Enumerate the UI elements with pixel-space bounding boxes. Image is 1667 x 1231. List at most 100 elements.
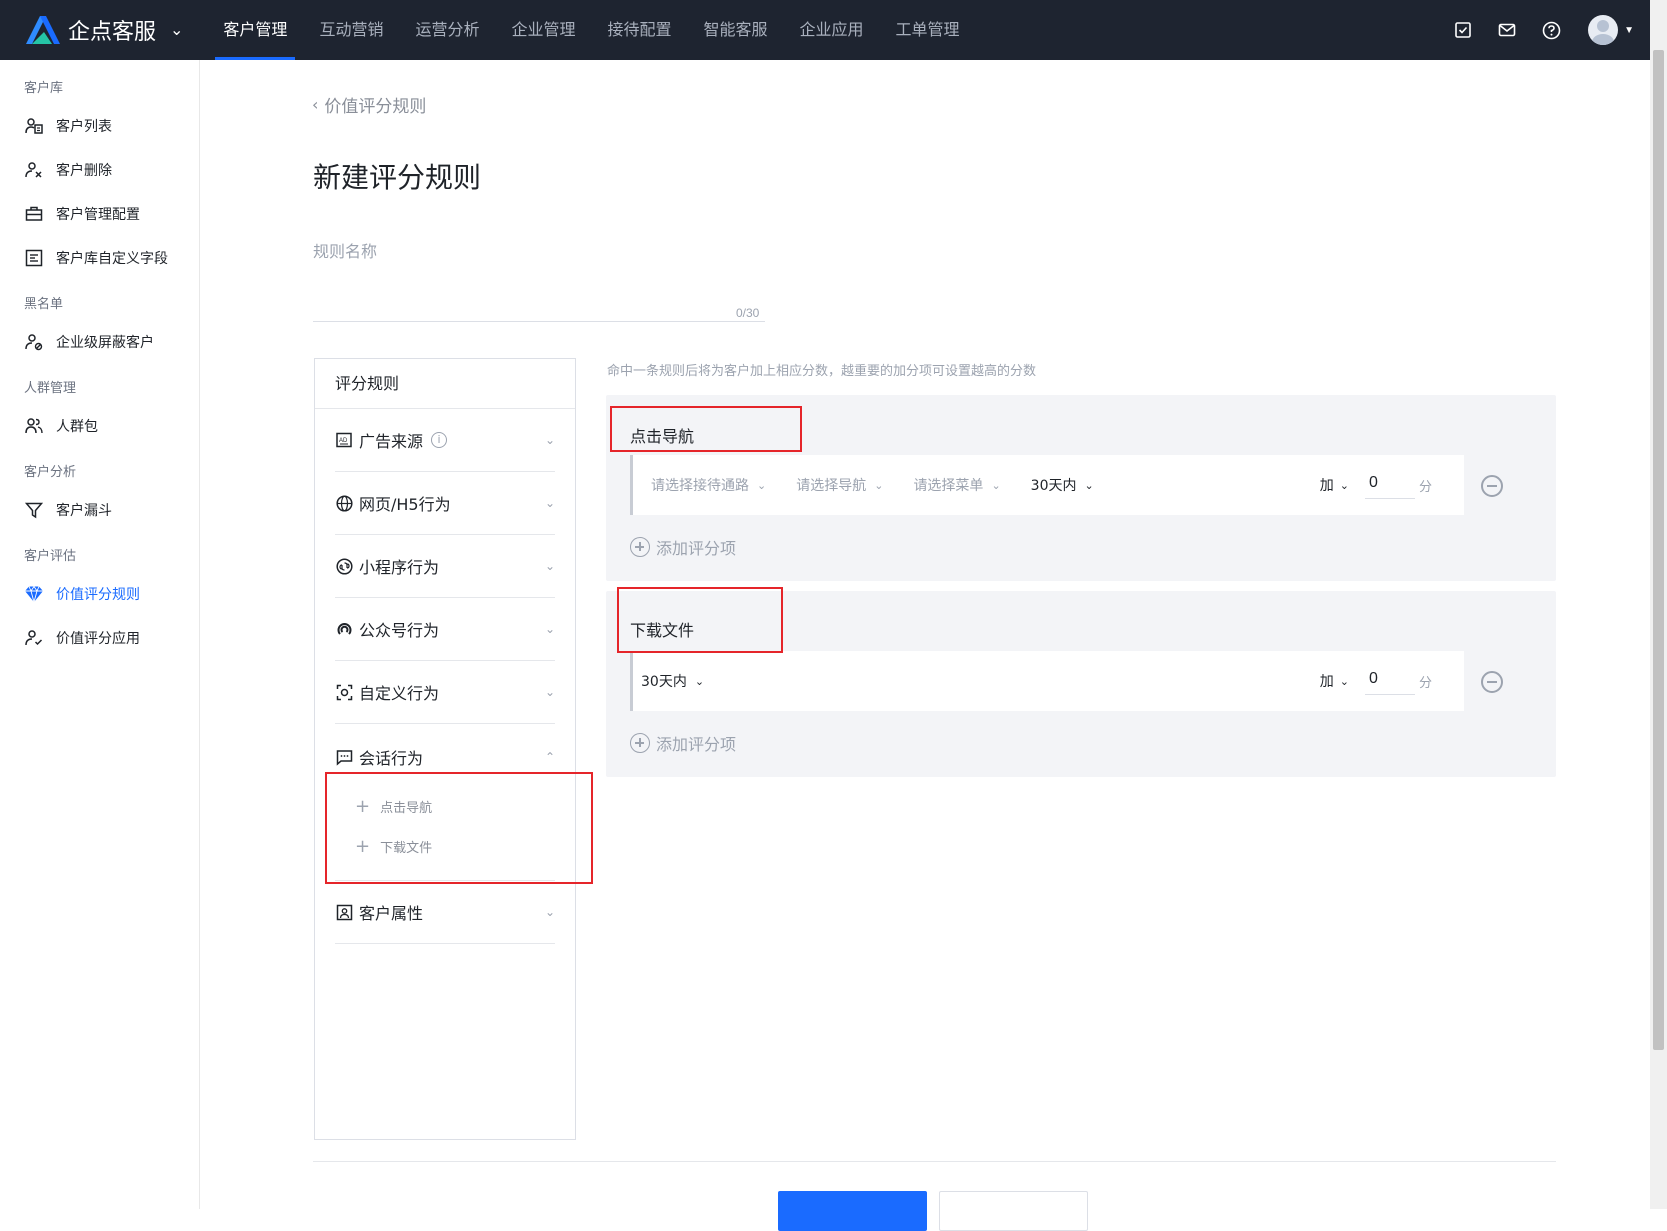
chevron-down-icon: ⌄: [757, 478, 767, 492]
sidebar-item-label: 人群包: [56, 419, 98, 435]
nav-item-smart-service[interactable]: 智能客服: [688, 0, 784, 60]
rule-category-label: 网页/H5行为: [359, 495, 451, 514]
sidebar-item-customer-funnel[interactable]: 客户漏斗: [0, 488, 199, 532]
diamond-icon: [24, 584, 44, 604]
nav-item-customer-management[interactable]: 客户管理: [207, 0, 303, 60]
nav-item-interactive-marketing[interactable]: 互动营销: [303, 0, 399, 60]
main-nav: 客户管理 互动营销 运营分析 企业管理 接待配置 智能客服 企业应用 工单管理: [207, 0, 975, 60]
rule-name-input[interactable]: [313, 320, 765, 322]
rule-hint-text: 命中一条规则后将为客户加上相应分数，越重要的加分项可设置越高的分数: [607, 364, 1037, 379]
chevron-down-icon: ⌄: [694, 674, 705, 688]
rule-category-custom-behavior[interactable]: 自定义行为 ⌄: [335, 661, 555, 724]
rule-category-ad-source[interactable]: AD 广告来源 i ⌄: [335, 409, 555, 472]
chevron-down-icon[interactable]: ⌄: [170, 20, 183, 40]
sidebar-item-crowd-pack[interactable]: 人群包: [0, 404, 199, 448]
caret-down-icon[interactable]: ▼: [1624, 25, 1634, 36]
score-rules-panel: 评分规则 AD 广告来源 i ⌄ 网页/H5行为 ⌄ 小程序行为 ⌄ 公众号行为…: [314, 358, 576, 1140]
sidebar-item-label: 客户列表: [56, 119, 112, 135]
sidebar-item-value-score-application[interactable]: 价值评分应用: [0, 616, 199, 660]
period-select[interactable]: 30天内 ⌄: [641, 671, 704, 691]
plus-circle-icon: [630, 537, 650, 557]
user-block-icon: [24, 332, 44, 352]
chevron-down-icon: ⌄: [544, 433, 555, 447]
chevron-left-icon: ‹: [312, 95, 319, 114]
rule-category-label: 会话行为: [359, 749, 424, 768]
chevron-down-icon: ⌄: [544, 559, 555, 573]
info-icon[interactable]: i: [431, 432, 448, 448]
brand[interactable]: 企点客服 ⌄: [22, 14, 183, 46]
scrollbar-thumb[interactable]: [1653, 50, 1664, 1050]
operator-value: 加: [1319, 478, 1334, 494]
highlight-box-subitems: [325, 772, 593, 884]
menu-select[interactable]: 请选择菜单 ⌄: [913, 475, 1000, 495]
chevron-down-icon: ⌄: [544, 496, 555, 510]
top-right-tools: ▼: [1430, 15, 1634, 45]
score-input[interactable]: 0: [1364, 667, 1415, 695]
channel-select[interactable]: 请选择接待通路 ⌄: [651, 475, 766, 495]
custom-behavior-icon: [335, 683, 353, 701]
add-score-item-button[interactable]: 添加评分项: [630, 535, 736, 559]
form-fields-icon: [24, 248, 44, 268]
score-input[interactable]: 0: [1364, 471, 1415, 499]
mail-icon[interactable]: [1496, 19, 1518, 41]
select-value: 30天内: [1030, 478, 1077, 494]
operator-value: 加: [1319, 674, 1334, 690]
score-group: 加 ⌄ 0 分: [1320, 471, 1432, 499]
sidebar-item-label: 企业级屏蔽客户: [56, 335, 154, 351]
sidebar-item-blocked-customers[interactable]: 企业级屏蔽客户: [0, 320, 199, 364]
breadcrumb[interactable]: ‹ 价值评分规则: [312, 92, 426, 117]
sidebar-item-value-score-rules[interactable]: 价值评分规则: [0, 572, 199, 616]
highlight-box-rule-title-2: [617, 587, 783, 653]
add-score-item-button[interactable]: 添加评分项: [630, 731, 736, 755]
add-score-item-label: 添加评分项: [656, 735, 737, 754]
page-title: 新建评分规则: [313, 161, 482, 194]
nav-item-reception-config[interactable]: 接待配置: [591, 0, 687, 60]
rule-category-customer-attributes[interactable]: 客户属性 ⌄: [335, 881, 555, 944]
plus-circle-icon: [630, 733, 650, 753]
profile-card-icon: [335, 903, 353, 921]
rule-category-official-account[interactable]: 公众号行为 ⌄: [335, 598, 555, 661]
rule-category-label: 公众号行为: [359, 621, 440, 640]
confirm-button[interactable]: [778, 1191, 927, 1231]
chevron-down-icon: ⌄: [991, 478, 1001, 492]
breadcrumb-label: 价值评分规则: [324, 97, 427, 117]
score-unit: 分: [1418, 479, 1432, 495]
rule-category-web-h5[interactable]: 网页/H5行为 ⌄: [335, 472, 555, 535]
user-remove-icon: [24, 160, 44, 180]
remove-circle-icon[interactable]: [1481, 671, 1503, 693]
chevron-down-icon: ⌄: [874, 478, 884, 492]
rule-category-label: 自定义行为: [359, 684, 440, 703]
cancel-button[interactable]: [939, 1191, 1088, 1231]
nav-item-ticket-management[interactable]: 工单管理: [880, 0, 976, 60]
sidebar-item-customer-delete[interactable]: 客户删除: [0, 148, 199, 192]
remove-circle-icon[interactable]: [1481, 475, 1503, 497]
users-group-icon: [24, 416, 44, 436]
sidebar-item-label: 价值评分应用: [56, 631, 140, 647]
rule-category-label: 客户属性: [359, 904, 424, 923]
svg-text:AD: AD: [339, 438, 348, 444]
main-content: ‹ 价值评分规则 新建评分规则 规则名称 0/30 评分规则 AD 广告来源 i…: [200, 60, 1650, 1231]
sidebar-item-custom-fields[interactable]: 客户库自定义字段: [0, 236, 199, 280]
chevron-down-icon: ⌄: [1339, 674, 1349, 688]
task-check-icon[interactable]: [1452, 19, 1474, 41]
navigation-select[interactable]: 请选择导航 ⌄: [796, 475, 883, 495]
nav-item-enterprise-apps[interactable]: 企业应用: [784, 0, 880, 60]
sidebar-item-label: 客户管理配置: [56, 207, 140, 223]
miniprogram-icon: [335, 557, 353, 575]
nav-item-operation-analysis[interactable]: 运营分析: [399, 0, 495, 60]
nav-item-enterprise-management[interactable]: 企业管理: [495, 0, 591, 60]
sidebar-item-customer-config[interactable]: 客户管理配置: [0, 192, 199, 236]
rule-category-label: 小程序行为: [359, 558, 440, 577]
sidebar-item-customer-list[interactable]: 客户列表: [0, 104, 199, 148]
chevron-up-icon: ⌃: [544, 750, 555, 764]
rule-name-label: 规则名称: [313, 242, 378, 261]
briefcase-icon: [24, 204, 44, 224]
condition-row: 请选择接待通路 ⌄ 请选择导航 ⌄ 请选择菜单 ⌄ 30天内 ⌄ 加 ⌄ 0 分: [630, 455, 1464, 515]
user-check-icon: [24, 628, 44, 648]
operator-select[interactable]: 加 ⌄: [1320, 671, 1349, 691]
help-icon[interactable]: [1540, 19, 1562, 41]
period-select[interactable]: 30天内 ⌄: [1031, 475, 1094, 495]
rule-category-mini-program[interactable]: 小程序行为 ⌄: [335, 535, 555, 598]
avatar[interactable]: [1588, 15, 1619, 45]
operator-select[interactable]: 加 ⌄: [1320, 475, 1349, 495]
